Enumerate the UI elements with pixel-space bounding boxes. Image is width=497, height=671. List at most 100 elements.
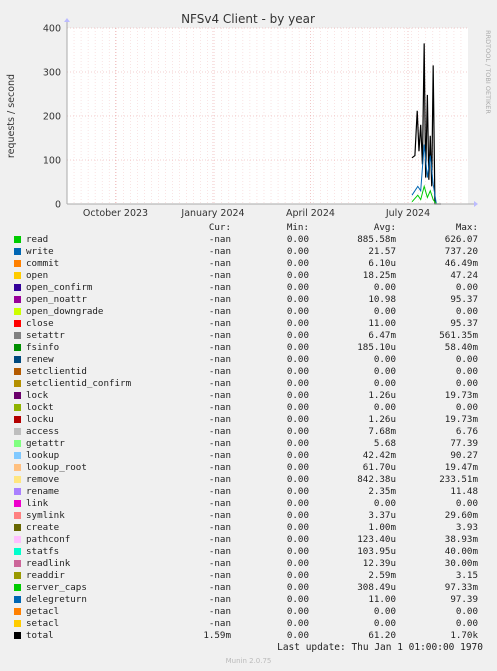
legend-avg: 10.98 — [368, 294, 396, 305]
legend-avg: 0.00 — [373, 618, 396, 629]
legend-max: 97.33m — [444, 582, 478, 593]
legend-name: rename — [26, 486, 60, 497]
legend-row: getacl -nan 0.00 0.00 0.00 — [0, 606, 497, 618]
legend-avg: 61.70u — [362, 462, 396, 473]
legend-row: locku -nan 0.00 1.26u 19.73m — [0, 414, 497, 426]
legend-row: setclientid_confirm -nan 0.00 0.00 0.00 — [0, 378, 497, 390]
legend-cur: -nan — [208, 282, 231, 293]
header-max: Max: — [455, 222, 478, 233]
legend-row: server_caps -nan 0.00 308.49u 97.33m — [0, 582, 497, 594]
legend-name: link — [26, 498, 49, 509]
legend-cur: -nan — [208, 474, 231, 485]
legend-row: statfs -nan 0.00 103.95u 40.00m — [0, 546, 497, 558]
legend-max: 561.35m — [439, 330, 478, 341]
legend-max: 0.00 — [455, 606, 478, 617]
legend-min: 0.00 — [286, 270, 309, 281]
munin-version: Munin 2.0.75 — [225, 657, 272, 665]
legend-avg: 61.20 — [368, 630, 396, 641]
legend-swatch — [14, 488, 21, 495]
legend-min: 0.00 — [286, 330, 309, 341]
header-cur: Cur: — [208, 222, 231, 233]
legend-row: remove -nan 0.00 842.38u 233.51m — [0, 474, 497, 486]
legend-swatch — [14, 524, 21, 531]
legend-avg: 2.59m — [368, 570, 396, 581]
legend-cur: -nan — [208, 486, 231, 497]
legend-avg: 885.58m — [357, 234, 396, 245]
legend-cur: -nan — [208, 570, 231, 581]
legend-min: 0.00 — [286, 558, 309, 569]
legend-row: read -nan 0.00 885.58m 626.07 — [0, 234, 497, 246]
legend-swatch — [14, 632, 21, 639]
legend-row: open_noattr -nan 0.00 10.98 95.37 — [0, 294, 497, 306]
legend-min: 0.00 — [286, 414, 309, 425]
legend-swatch — [14, 332, 21, 339]
legend-name: getacl — [26, 606, 60, 617]
legend-row: fsinfo -nan 0.00 185.10u 58.40m — [0, 342, 497, 354]
legend-row: lockt -nan 0.00 0.00 0.00 — [0, 402, 497, 414]
legend-swatch — [14, 416, 21, 423]
legend-cur: -nan — [208, 414, 231, 425]
x-tick-label: July 2024 — [385, 208, 430, 219]
legend-min: 0.00 — [286, 402, 309, 413]
legend-max: 47.24 — [450, 270, 478, 281]
legend-max: 737.20 — [444, 246, 478, 257]
legend-name: lookup — [26, 450, 60, 461]
legend-cur: -nan — [208, 318, 231, 329]
legend-min: 0.00 — [286, 318, 309, 329]
legend-swatch — [14, 464, 21, 471]
legend-row: create -nan 0.00 1.00m 3.93 — [0, 522, 497, 534]
legend-avg: 0.00 — [373, 354, 396, 365]
legend-avg: 11.00 — [368, 594, 396, 605]
legend-row: setclientid -nan 0.00 0.00 0.00 — [0, 366, 497, 378]
legend-min: 0.00 — [286, 390, 309, 401]
legend-cur: -nan — [208, 522, 231, 533]
legend-max: 30.00m — [444, 558, 478, 569]
legend-cur: -nan — [208, 534, 231, 545]
legend-row: open_downgrade -nan 0.00 0.00 0.00 — [0, 306, 497, 318]
legend-min: 0.00 — [286, 594, 309, 605]
legend-cur: -nan — [208, 306, 231, 317]
legend-max: 0.00 — [455, 378, 478, 389]
last-update: Last update: Thu Jan 1 01:00:00 1970 — [277, 642, 483, 653]
legend-avg: 0.00 — [373, 366, 396, 377]
legend-cur: -nan — [208, 234, 231, 245]
legend-swatch — [14, 428, 21, 435]
y-tick-label: 100 — [43, 156, 61, 167]
legend-avg: 0.00 — [373, 378, 396, 389]
legend-swatch — [14, 356, 21, 363]
legend-swatch — [14, 476, 21, 483]
legend-cur: -nan — [208, 546, 231, 557]
legend-avg: 0.00 — [373, 606, 396, 617]
legend-cur: -nan — [208, 462, 231, 473]
legend-avg: 12.39u — [362, 558, 396, 569]
legend-avg: 7.68m — [368, 426, 396, 437]
y-tick-label: 0 — [55, 200, 61, 211]
legend-min: 0.00 — [286, 546, 309, 557]
legend-name: close — [26, 318, 54, 329]
legend-min: 0.00 — [286, 474, 309, 485]
legend-min: 0.00 — [286, 510, 309, 521]
legend-min: 0.00 — [286, 366, 309, 377]
legend-max: 0.00 — [455, 366, 478, 377]
legend-min: 0.00 — [286, 246, 309, 257]
legend-min: 0.00 — [286, 306, 309, 317]
legend-min: 0.00 — [286, 570, 309, 581]
legend-max: 97.39 — [450, 594, 478, 605]
legend-row: write -nan 0.00 21.57 737.20 — [0, 246, 497, 258]
legend-row: close -nan 0.00 11.00 95.37 — [0, 318, 497, 330]
legend-swatch — [14, 248, 21, 255]
legend-name: pathconf — [26, 534, 71, 545]
legend-cur: -nan — [208, 246, 231, 257]
legend-name: renew — [26, 354, 54, 365]
legend-max: 0.00 — [455, 354, 478, 365]
legend-row: renew -nan 0.00 0.00 0.00 — [0, 354, 497, 366]
legend-swatch — [14, 320, 21, 327]
legend-min: 0.00 — [286, 606, 309, 617]
legend-cur: -nan — [208, 618, 231, 629]
legend-swatch — [14, 296, 21, 303]
legend-cur: -nan — [208, 390, 231, 401]
legend-avg: 11.00 — [368, 318, 396, 329]
legend-row: setacl -nan 0.00 0.00 0.00 — [0, 618, 497, 630]
legend-max: 11.48 — [450, 486, 478, 497]
legend-swatch — [14, 452, 21, 459]
